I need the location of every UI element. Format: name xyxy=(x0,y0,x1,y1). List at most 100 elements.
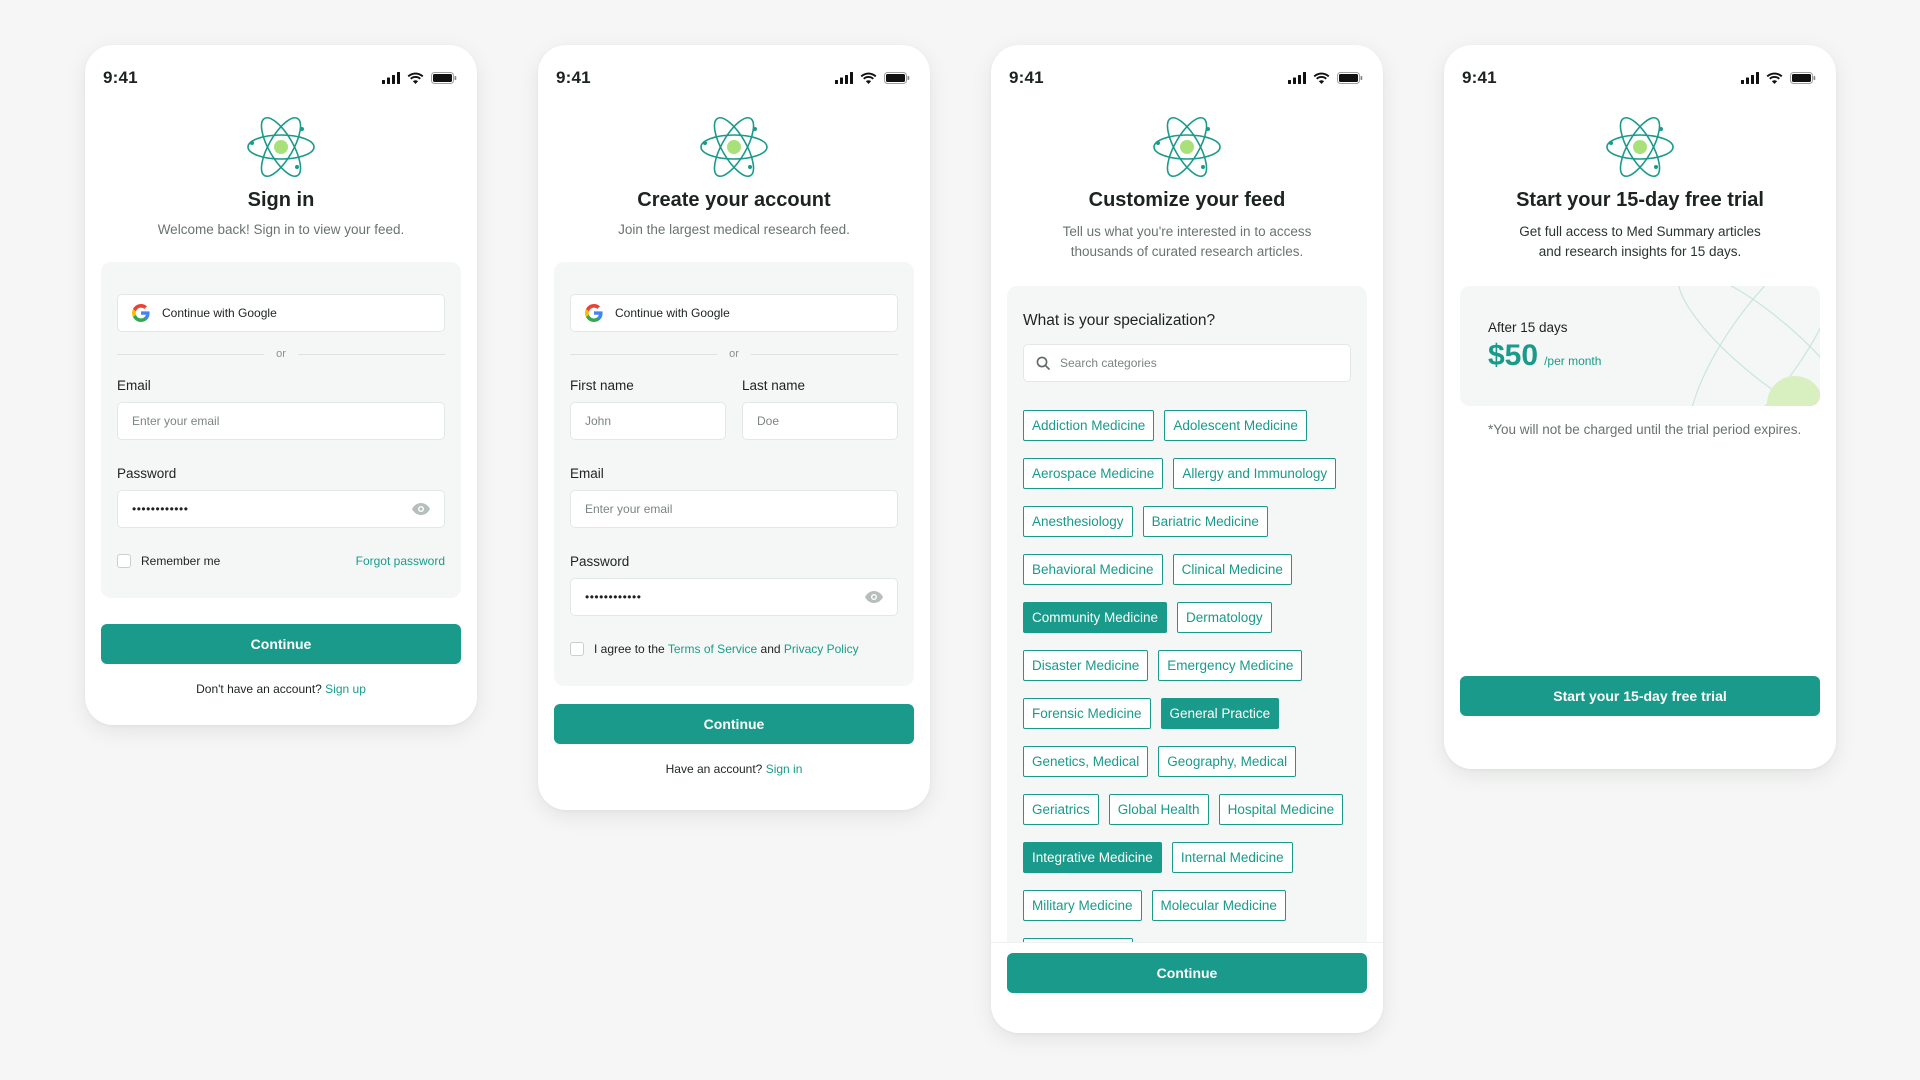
specialization-chip[interactable]: Geography, Medical xyxy=(1158,746,1297,777)
continue-button[interactable]: Continue xyxy=(101,624,461,664)
atom-logo-icon xyxy=(1606,116,1674,178)
specialization-chip[interactable]: Bariatric Medicine xyxy=(1142,506,1268,537)
eye-icon[interactable] xyxy=(412,503,430,515)
battery-icon xyxy=(1790,72,1816,84)
specialization-chip[interactable]: Anesthesiology xyxy=(1023,506,1133,537)
agree-prefix: I agree to the xyxy=(594,642,665,656)
or-label: or xyxy=(276,348,286,360)
google-button-label: Continue with Google xyxy=(162,306,277,320)
specialization-chip[interactable]: Integrative Medicine xyxy=(1023,842,1162,873)
eye-icon[interactable] xyxy=(865,591,883,603)
specialization-chip[interactable]: Clinical Medicine xyxy=(1172,554,1292,585)
specialization-chip[interactable]: Adolescent Medicine xyxy=(1164,410,1307,441)
agree-and: and xyxy=(760,642,781,656)
specialization-chip[interactable]: Internal Medicine xyxy=(1171,842,1293,873)
specialization-chip[interactable]: Forensic Medicine xyxy=(1023,698,1151,729)
wifi-icon xyxy=(1313,72,1330,84)
password-value: •••••••••••• xyxy=(585,590,642,604)
first-name-label: First name xyxy=(570,378,634,393)
signup-prompt-text: Don't have an account? xyxy=(196,682,322,696)
specialization-chip[interactable]: Molecular Medicine xyxy=(1151,890,1286,921)
or-label: or xyxy=(729,348,739,360)
specialization-chip[interactable]: Allergy and Immunology xyxy=(1173,458,1337,489)
page-title: Sign in xyxy=(247,189,315,211)
start-trial-button[interactable]: Start your 15-day free trial xyxy=(1460,676,1820,716)
first-name-placeholder: John xyxy=(585,414,612,428)
password-label: Password xyxy=(117,466,177,481)
specialization-panel: What is your specialization? Search cate… xyxy=(1007,286,1367,949)
page-subtitle: Get full access to Med Summary articles … xyxy=(1444,222,1836,262)
password-input[interactable]: •••••••••••• xyxy=(570,578,898,616)
customize-feed-screen: 9:41 Customize your feed Tell us what yo… xyxy=(991,45,1383,1033)
after-trial-label: After 15 days xyxy=(1488,320,1568,335)
email-placeholder: Enter your email xyxy=(132,414,220,428)
agree-terms-text: I agree to the Terms of Service and Priv… xyxy=(594,642,859,656)
subtitle-line-2: thousands of curated research articles. xyxy=(1070,244,1304,259)
signal-icon xyxy=(1288,72,1306,84)
specialization-chip[interactable]: Behavioral Medicine xyxy=(1023,554,1163,585)
status-time: 9:41 xyxy=(1462,68,1497,87)
password-input[interactable]: •••••••••••• xyxy=(117,490,445,528)
status-time: 9:41 xyxy=(556,68,591,87)
wifi-icon xyxy=(860,72,877,84)
specialization-chip[interactable]: Geriatrics xyxy=(1023,794,1099,825)
terms-link[interactable]: Terms of Service xyxy=(668,642,757,656)
google-icon xyxy=(585,304,603,322)
specialization-chip[interactable]: General Practice xyxy=(1160,698,1280,729)
category-search-input[interactable]: Search categories xyxy=(1023,344,1351,382)
signup-link[interactable]: Sign up xyxy=(325,682,366,696)
google-button-label: Continue with Google xyxy=(615,306,730,320)
page-subtitle: Tell us what you're interested in to acc… xyxy=(991,222,1383,262)
signal-icon xyxy=(835,72,853,84)
signal-icon xyxy=(1741,72,1759,84)
subtitle-line-2: and research insights for 15 days. xyxy=(1538,244,1742,259)
atom-logo-icon xyxy=(700,116,768,178)
continue-button[interactable]: Continue xyxy=(554,704,914,744)
specialization-chip[interactable]: Dermatology xyxy=(1177,602,1272,633)
battery-icon xyxy=(884,72,910,84)
signup-form: Continue with Google or First name John … xyxy=(554,262,914,686)
specialization-chip[interactable]: Hospital Medicine xyxy=(1218,794,1344,825)
signin-form: Continue with Google or Email Enter your… xyxy=(101,262,461,598)
email-input[interactable]: Enter your email xyxy=(117,402,445,440)
specialization-chip[interactable]: Addiction Medicine xyxy=(1023,410,1155,441)
signup-prompt: Don't have an account? Sign up xyxy=(85,682,477,696)
signin-prompt-text: Have an account? xyxy=(665,762,763,776)
agree-terms-checkbox[interactable] xyxy=(570,642,584,656)
specialization-chip[interactable]: Community Medicine xyxy=(1023,602,1168,633)
billing-note: *You will not be charged until the trial… xyxy=(1488,422,1802,437)
status-bar: 9:41 xyxy=(1444,45,1836,101)
page-title: Customize your feed xyxy=(1088,189,1286,211)
specialization-chips: Addiction Medicine Adolescent Medicine Aer… xyxy=(1023,410,1363,949)
last-name-input[interactable]: Doe xyxy=(742,402,898,440)
page-subtitle: Join the largest medical research feed. xyxy=(618,222,850,237)
privacy-link[interactable]: Privacy Policy xyxy=(784,642,859,656)
wifi-icon xyxy=(407,72,424,84)
email-input[interactable]: Enter your email xyxy=(570,490,898,528)
status-bar: 9:41 xyxy=(538,45,930,101)
page-title: Create your account xyxy=(637,189,831,211)
password-value: •••••••••••• xyxy=(132,502,189,516)
forgot-password-link[interactable]: Forgot password xyxy=(356,554,445,568)
page-subtitle: Welcome back! Sign in to view your feed. xyxy=(157,222,405,237)
wifi-icon xyxy=(1766,72,1783,84)
google-signin-button[interactable]: Continue with Google xyxy=(117,294,445,332)
first-name-input[interactable]: John xyxy=(570,402,726,440)
status-bar: 9:41 xyxy=(991,45,1383,101)
specialization-chip[interactable]: Military Medicine xyxy=(1023,890,1142,921)
remember-me-checkbox[interactable] xyxy=(117,554,131,568)
email-label: Email xyxy=(117,378,151,393)
specialization-chip[interactable]: Emergency Medicine xyxy=(1158,650,1303,681)
atom-logo-icon xyxy=(247,116,315,178)
specialization-chip[interactable]: Genetics, Medical xyxy=(1023,746,1149,777)
specialization-chip[interactable]: Global Health xyxy=(1108,794,1209,825)
google-signup-button[interactable]: Continue with Google xyxy=(570,294,898,332)
specialization-chip[interactable]: Disaster Medicine xyxy=(1023,650,1149,681)
status-time: 9:41 xyxy=(103,68,138,87)
continue-button[interactable]: Continue xyxy=(1007,953,1367,993)
signin-link[interactable]: Sign in xyxy=(766,762,803,776)
password-label: Password xyxy=(570,554,630,569)
google-icon xyxy=(132,304,150,322)
pricing-card: After 15 days $50 /per month xyxy=(1460,286,1820,406)
specialization-chip[interactable]: Aerospace Medicine xyxy=(1023,458,1164,489)
